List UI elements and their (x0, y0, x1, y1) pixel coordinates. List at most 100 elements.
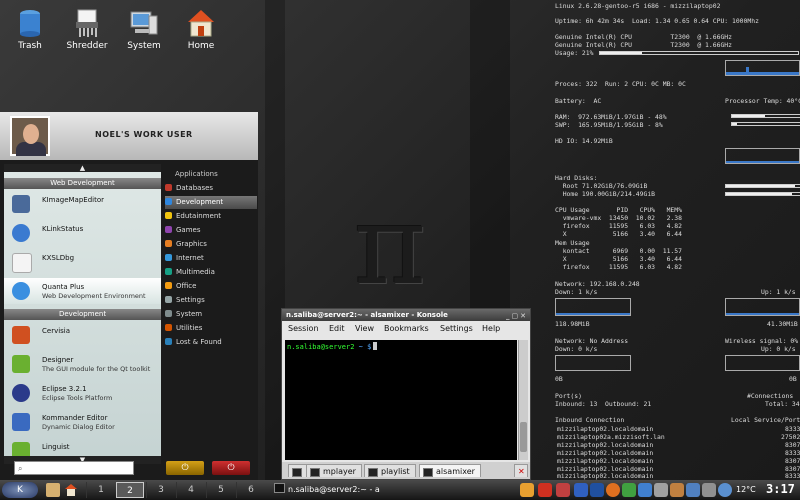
menu-app-item[interactable]: Cervisia (4, 322, 161, 348)
system-icon (129, 8, 159, 38)
tray-power-icon[interactable] (538, 483, 552, 497)
power-icon: ⏻ (227, 463, 235, 473)
menu-search-input[interactable]: ⌕ (14, 461, 134, 475)
category-item[interactable]: Lost & Found (165, 336, 257, 349)
pen-icon[interactable] (46, 483, 60, 497)
cpu-usage-fill (600, 52, 642, 54)
cpu-model: Genuine Intel(R) CPU T2300 @ 1.66GHz (555, 41, 732, 49)
cursor (373, 342, 378, 350)
edutainment-icon (165, 212, 172, 219)
menu-app-item[interactable]: KLinkStatus (4, 220, 161, 246)
scrollbar-thumb[interactable] (520, 422, 527, 452)
menu-view[interactable]: View (355, 324, 374, 333)
terminal-scrollbar[interactable] (518, 340, 528, 460)
desktop-icon-label: Shredder (66, 41, 108, 51)
tray-speaker-icon[interactable] (702, 483, 716, 497)
category-item[interactable]: Internet (165, 252, 257, 265)
tab-playlist[interactable]: playlist (364, 464, 416, 477)
menu-category-list: Applications Databases Development Eduta… (165, 164, 257, 464)
app-name: Designer (42, 356, 74, 364)
office-icon (165, 282, 172, 289)
tray-media-icon[interactable] (574, 483, 588, 497)
category-item[interactable]: Databases (165, 182, 257, 195)
category-item[interactable]: Utilities (165, 322, 257, 335)
menu-app-item[interactable]: KImageMapEditor (4, 191, 161, 217)
clock[interactable]: 3:17 (766, 482, 795, 496)
category-item[interactable]: Edutainment (165, 210, 257, 223)
total-sent: 41.30MiB (767, 320, 798, 328)
home-icon[interactable] (64, 483, 78, 497)
window-titlebar[interactable]: n.saliba@server2:~ - alsamixer - Konsole… (282, 309, 530, 321)
network2-down: Down: 0 k/s (555, 345, 598, 353)
root-disk-bar (725, 184, 800, 188)
terminal-prompt: n.saliba@server2 ~ $ (287, 342, 378, 351)
connections-header: #Connections (747, 392, 794, 400)
category-item-selected[interactable]: Development (165, 196, 257, 209)
app-name: Quanta Plus (42, 283, 85, 291)
connection-host: mizzilaptop02.localdomain (557, 425, 654, 433)
swap-fill (732, 123, 738, 125)
tray-klipper-icon[interactable] (670, 483, 684, 497)
ram-bar (731, 114, 800, 118)
battery-status: Battery: AC (555, 97, 602, 105)
desktop-switch-4[interactable]: 4 (176, 482, 205, 498)
desktop-switch-2[interactable]: 2 (116, 482, 144, 498)
menu-app-item[interactable]: Eclipse 3.2.1 Eclipse Tools Platform (4, 380, 161, 406)
logout-button[interactable]: ⏻ (212, 461, 250, 475)
menu-settings[interactable]: Settings (440, 324, 473, 333)
kmenu-button[interactable]: K (2, 482, 38, 498)
menu-app-item[interactable]: Designer The GUI module for the Qt toolk… (4, 351, 161, 377)
category-item[interactable]: Multimedia (165, 266, 257, 279)
desktop-switch-3[interactable]: 3 (146, 482, 175, 498)
category-item[interactable]: Games (165, 224, 257, 237)
category-item[interactable]: System (165, 308, 257, 321)
category-item[interactable]: Graphics (165, 238, 257, 251)
menu-edit[interactable]: Edit (329, 324, 345, 333)
network-down: Down: 1 k/s (555, 288, 598, 296)
desktop-icon-trash[interactable]: Trash (2, 8, 58, 51)
root-disk: Root 71.02GiB/76.09GiB (555, 182, 648, 190)
tray-device-icon[interactable] (654, 483, 668, 497)
tray-network-icon[interactable] (638, 483, 652, 497)
menu-app-item[interactable]: Quanta Plus Web Development Environment (4, 278, 161, 304)
category-item[interactable]: Settings (165, 294, 257, 307)
desktop-switch-6[interactable]: 6 (236, 482, 265, 498)
terminal-area[interactable]: n.saliba@server2 ~ $ (285, 340, 517, 460)
desktop-icon-home[interactable]: Home (173, 8, 229, 51)
menu-help[interactable]: Help (482, 324, 500, 333)
scroll-up-arrow-icon[interactable]: ▲ (4, 164, 161, 172)
close-tab-button[interactable]: ✕ (514, 464, 528, 477)
weather-icon[interactable] (718, 483, 732, 497)
window-controls[interactable]: _▢✕ (506, 310, 528, 322)
cpu-graph (725, 60, 800, 76)
bluetooth-icon[interactable] (590, 483, 604, 497)
tray-app-icon[interactable] (520, 483, 534, 497)
tray-mail-icon[interactable] (556, 483, 570, 497)
tray-tool-icon[interactable] (622, 483, 636, 497)
hard-disks-header: Hard Disks: (555, 174, 598, 182)
games-icon (165, 226, 172, 233)
settings-icon (165, 296, 172, 303)
taskbar-task-konsole[interactable]: n.saliba@server2:~ - a (272, 482, 412, 498)
tray-settings-icon[interactable] (686, 483, 700, 497)
tab-mplayer[interactable]: mplayer (306, 464, 362, 477)
firefox-icon[interactable] (606, 483, 620, 497)
category-item[interactable]: Office (165, 280, 257, 293)
lock-button[interactable]: ⏻ (166, 461, 204, 475)
desktop-icon-shredder[interactable]: Shredder (59, 8, 115, 51)
menu-session[interactable]: Session (288, 324, 319, 333)
network-up: Up: 1 k/s (761, 288, 796, 296)
menu-bookmarks[interactable]: Bookmarks (384, 324, 429, 333)
cpu-model: Genuine Intel(R) CPU T2300 @ 1.66GHz (555, 33, 732, 41)
home-disk-bar (725, 192, 800, 196)
tab-alsamixer[interactable]: alsamixer (419, 464, 481, 477)
menu-app-item[interactable]: Kommander Editor Dynamic Dialog Editor (4, 409, 161, 435)
connection-host: mizzilaptop02.localdomain (557, 472, 654, 480)
desktop-switch-5[interactable]: 5 (206, 482, 235, 498)
ram-usage: RAM: 972.63MiB/1.97GiB - 48% (555, 113, 667, 121)
desktop-icon-system[interactable]: System (116, 8, 172, 51)
desktop-switch-1[interactable]: 1 (86, 482, 115, 498)
menu-app-item[interactable]: KXSLDbg (4, 249, 161, 275)
konsole-window: n.saliba@server2:~ - alsamixer - Konsole… (281, 308, 531, 480)
uptime-line: Uptime: 6h 42m 34s Load: 1.34 0.65 0.64 … (555, 17, 759, 25)
